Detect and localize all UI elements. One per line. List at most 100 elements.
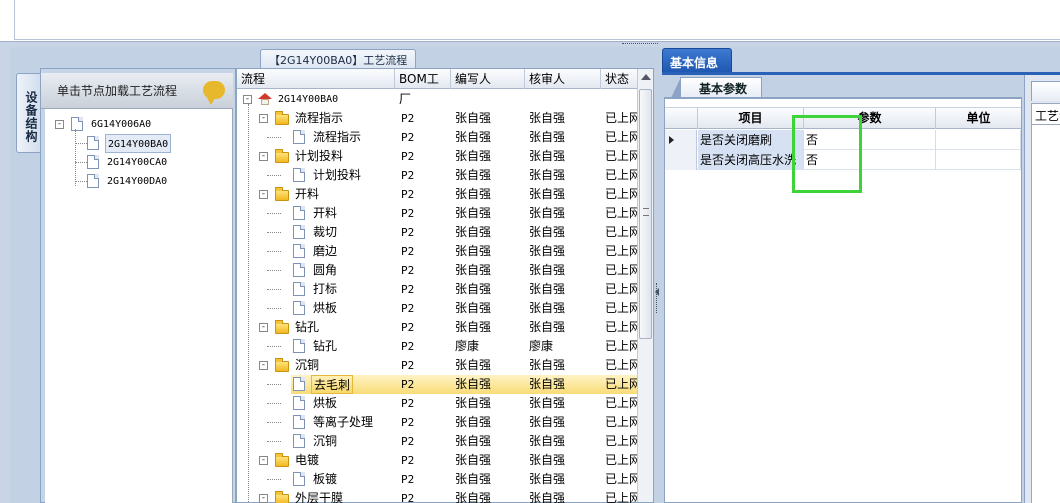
table-row[interactable]: - 计划投料 P2 张自强 张自强 已上网 [237,147,637,166]
middle-splitter[interactable] [654,68,662,503]
collapse-toggle-icon[interactable]: - [259,114,268,123]
table-row[interactable]: 等离子处理 P2 张自强 张自强 已上网 [237,413,637,432]
tree-node[interactable]: - 6G14Y006A0 [45,115,233,134]
row-indicator[interactable] [665,130,697,150]
process-params-header[interactable]: 工艺参数 [1031,103,1060,125]
tree-connector [267,213,281,214]
table-row[interactable]: 板镀 P2 张自强 张自强 已上网 [237,470,637,489]
row-label: 开料 [313,206,338,220]
table-row[interactable]: 圆角 P2 张自强 张自强 已上网 [237,261,637,280]
tree-node[interactable]: 2G14Y00DA0 [45,172,233,191]
bom-cell: P2 [401,416,415,429]
tree-connector [75,181,87,182]
collapse-toggle-icon[interactable]: - [259,152,268,161]
table-row[interactable]: 计划投料 P2 张自强 张自强 已上网 [237,166,637,185]
table-row[interactable]: 烘板 P2 张自强 张自强 已上网 [237,299,637,318]
reviewer-cell: 张自强 [529,396,566,410]
table-row[interactable]: - 流程指示 P2 张自强 张自强 已上网 [237,109,637,128]
col-header-bom[interactable]: BOM工厂 [395,69,451,106]
row-label: 钻孔 [313,339,338,353]
collapse-left-arrow-icon[interactable] [655,288,659,296]
tab-underline [662,72,1060,75]
author-cell: 张自强 [455,415,492,429]
bom-cell: P2 [401,112,415,125]
folder-icon [275,453,289,467]
table-row[interactable]: - 开料 P2 张自强 张自强 已上网 [237,185,637,204]
col-header-flow[interactable]: 流程 [237,69,395,89]
table-row[interactable]: 烘板 P2 张自强 张自强 已上网 [237,394,637,413]
tree-node-label: 2G14Y00DA0 [107,176,168,187]
table-row[interactable]: 去毛刺 P2 张自强 张自强 已上网 [237,375,637,394]
document-icon [293,339,305,353]
status-cell: 已上网 [605,491,637,503]
house-body [261,99,269,105]
tree-node-label: 6G14Y006A0 [91,119,152,130]
process-tab-bar: 【2G14Y00BA0】工艺流程 [236,47,656,69]
table-row[interactable]: - 电镀 P2 张自强 张自强 已上网 [237,451,637,470]
folder-icon [275,320,289,334]
param-name-cell: 是否关闭磨刷 [698,130,804,150]
table-row[interactable]: 磨边 P2 张自强 张自强 已上网 [237,242,637,261]
status-cell: 已上网 [605,434,637,448]
scroll-up-arrow-icon[interactable] [641,74,651,80]
right-splitter[interactable] [1022,75,1024,503]
col-header-status[interactable]: 状态 [601,69,637,89]
collapse-toggle-icon[interactable]: - [55,120,64,129]
reviewer-cell: 张自强 [529,453,566,467]
collapse-toggle-icon[interactable]: - [259,323,268,332]
process-params-body [1031,125,1060,503]
status-cell: 已上网 [605,168,637,182]
col-header-unit[interactable]: 单位 [936,108,1021,129]
collapse-toggle-icon[interactable]: - [259,494,268,503]
row-label: 裁切 [313,225,338,239]
author-cell: 张自强 [455,168,492,182]
tree-node-label: 2G14Y00CA0 [107,157,168,168]
collapse-toggle-icon[interactable]: - [243,95,252,104]
col-header-author[interactable]: 编写人 [451,69,525,89]
col-header-reviewer[interactable]: 核审人 [525,69,601,89]
collapse-toggle-icon[interactable]: - [259,361,268,370]
collapse-toggle-icon[interactable]: - [259,190,268,199]
tab-equipment-structure[interactable]: 设备结构 [16,73,40,153]
tree-node[interactable]: 2G14Y00BA0 [45,134,233,153]
node-icon [71,117,83,131]
vertical-scrollbar[interactable] [637,69,653,502]
table-row[interactable]: 沉铜 P2 张自强 张自强 已上网 [237,432,637,451]
node-icon [87,136,99,150]
row-indicator[interactable] [665,150,697,170]
table-row[interactable]: 钻孔 P2 廖康 廖康 已上网 [237,337,637,356]
author-cell: 张自强 [455,225,492,239]
document-icon [293,244,305,258]
table-row[interactable]: - 外层干膜 P2 张自强 张自强 已上网 [237,489,637,503]
table-row[interactable]: 流程指示 P2 张自强 张自强 已上网 [237,128,637,147]
document-icon [293,282,305,296]
splitter-grip[interactable] [622,43,658,46]
table-row[interactable]: 打标 P2 张自强 张自强 已上网 [237,280,637,299]
top-panel-inner [14,0,1060,40]
tab-basic-info[interactable]: 基本信息 [662,48,732,72]
table-row[interactable]: - 2G14Y00BA0 [237,90,637,109]
row-label: 磨边 [313,244,338,258]
reviewer-cell: 张自强 [529,244,566,258]
document-icon [293,168,305,182]
grid-rows: -2G14Y00BA0- 流程指示 P2 张自强 张自强 已上网 流程指示 P2 张自强 张自强已… [237,90,637,503]
current-row-arrow-icon [669,136,674,144]
bom-cell: P2 [401,150,415,163]
reviewer-cell: 张自强 [529,187,566,201]
scroll-thumb[interactable] [639,89,652,339]
grid-header: 流程 BOM工厂 编写人 核审人 状态 [237,69,637,106]
tab-basic-params[interactable]: 基本参数 [670,77,763,98]
table-row[interactable]: 开料 P2 张自强 张自强 已上网 [237,204,637,223]
collapse-toggle-icon[interactable]: - [259,456,268,465]
bom-cell: P2 [401,302,415,315]
reviewer-cell [529,90,603,109]
table-row[interactable]: - 钻孔 P2 张自强 张自强 已上网 [237,318,637,337]
tree-node[interactable]: 2G14Y00CA0 [45,153,233,172]
row-label: 打标 [313,282,338,296]
tab-process-flow[interactable]: 【2G14Y00BA0】工艺流程 [260,49,417,69]
col-header-item[interactable]: 项目 [698,108,804,129]
table-row[interactable]: - 沉铜 P2 张自强 张自强 已上网 [237,356,637,375]
tree-connector [267,308,281,309]
table-row[interactable]: 裁切 P2 张自强 张自强 已上网 [237,223,637,242]
author-cell: 张自强 [455,130,492,144]
